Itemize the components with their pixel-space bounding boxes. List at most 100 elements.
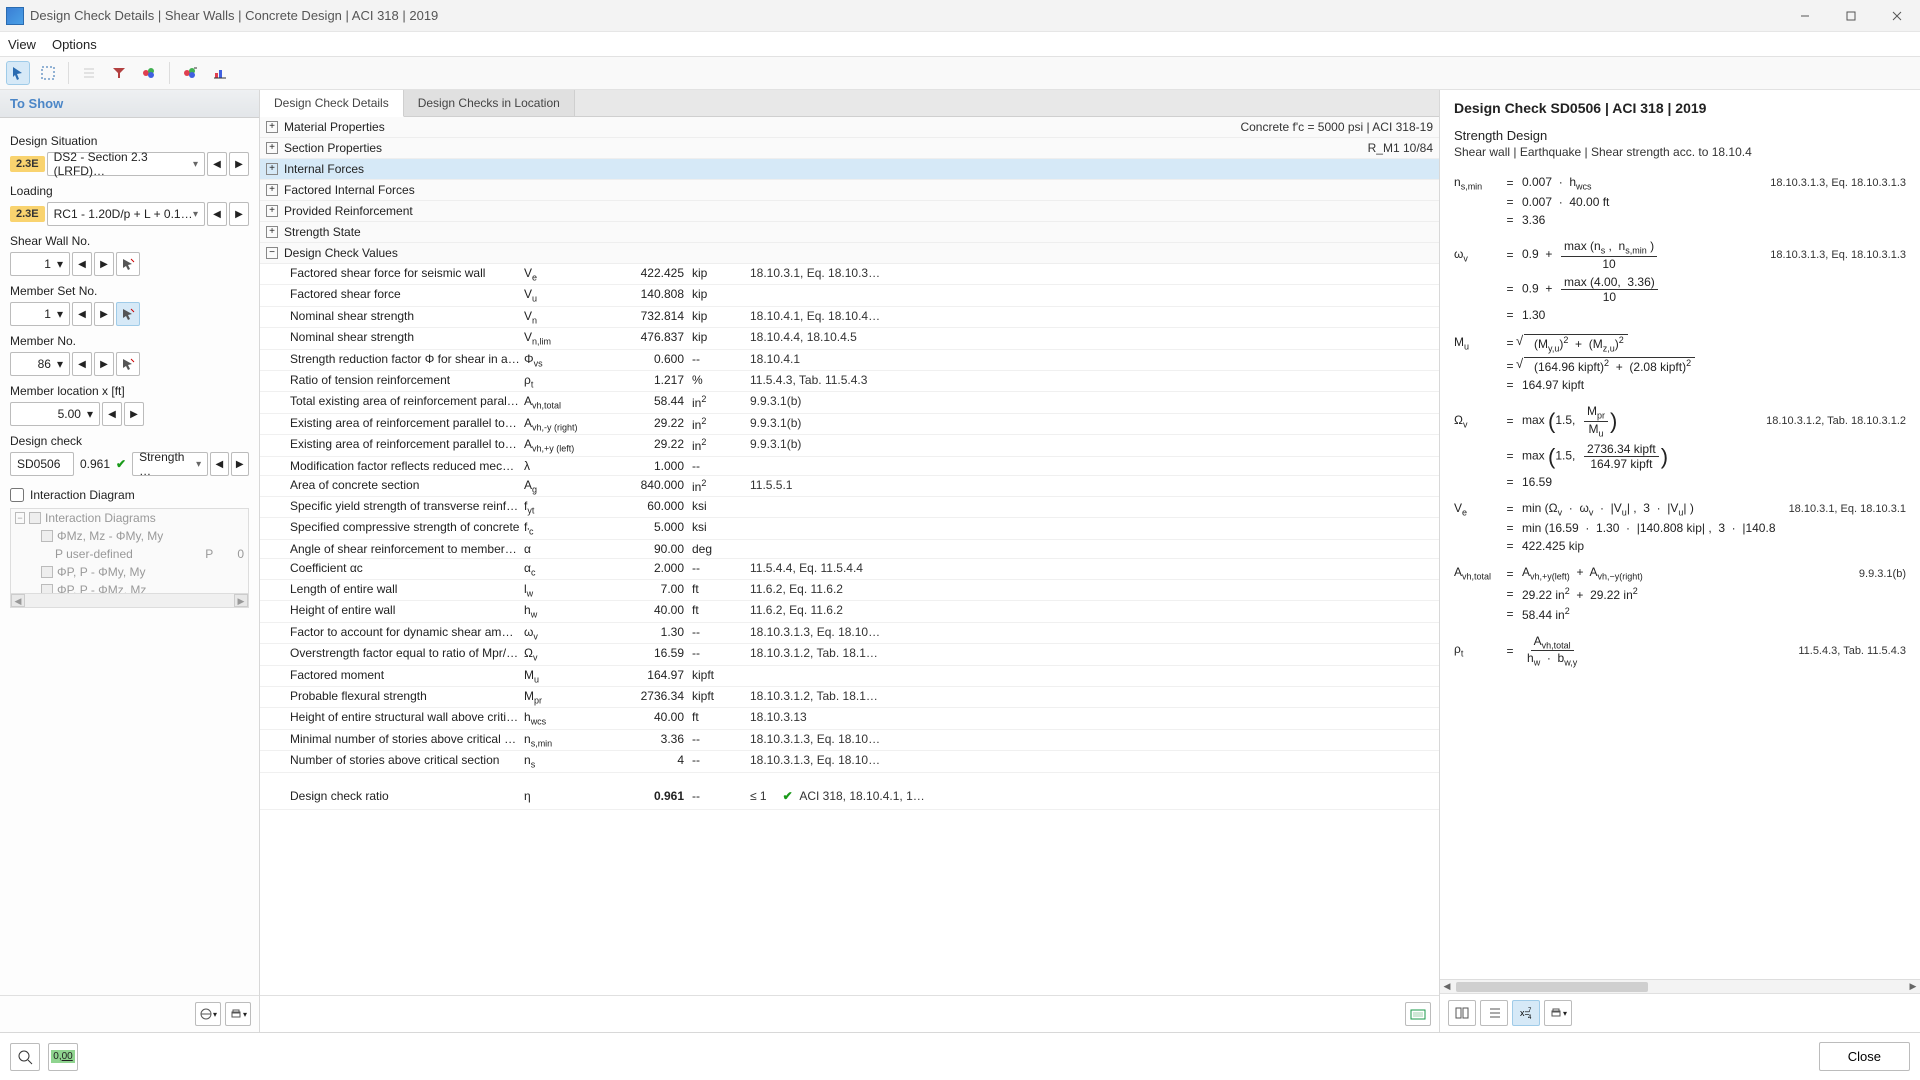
chevron-down-icon: ▾ <box>193 159 198 170</box>
loading-dropdown[interactable]: RC1 - 1.20D/p + L + 0.1…▾ <box>47 202 205 226</box>
tool-select-box[interactable] <box>36 61 60 85</box>
interaction-diagram-checkbox[interactable] <box>10 488 24 502</box>
expander-icon[interactable]: + <box>266 142 278 154</box>
row-ref: 18.10.4.4, 18.10.4.5 <box>740 330 1439 346</box>
row-unit: -- <box>690 789 740 803</box>
expander-icon[interactable]: + <box>266 184 278 196</box>
expander-icon[interactable]: + <box>266 163 278 175</box>
design-situation-next[interactable]: ▶ <box>229 152 249 176</box>
maximize-button[interactable] <box>1828 0 1874 32</box>
member-no-prev[interactable]: ◀ <box>72 352 92 376</box>
section-name: Material Properties <box>284 120 385 134</box>
row-name: Number of stories above critical section <box>260 753 520 769</box>
member-loc-next[interactable]: ▶ <box>124 402 144 426</box>
design-situation-dropdown[interactable]: DS2 - Section 2.3 (LRFD)…▾ <box>47 152 205 176</box>
row-value: 40.00 <box>590 710 690 726</box>
row-ref: ≤ 1✔ ACI 318, 18.10.4.1, 1… <box>740 789 1439 803</box>
row-name: Modification factor reflects reduced mec… <box>260 459 520 473</box>
row-name: Total existing area of reinforcement par… <box>260 394 520 410</box>
shear-wall-pick[interactable] <box>116 252 140 276</box>
status-number[interactable]: 0,00 <box>48 1043 78 1071</box>
tool-color2[interactable] <box>178 61 202 85</box>
section-row[interactable]: + Provided Reinforcement <box>260 201 1439 222</box>
member-no-dropdown[interactable]: 86▾ <box>10 352 70 376</box>
window-title: Design Check Details | Shear Walls | Con… <box>30 8 438 23</box>
close-window-button[interactable] <box>1874 0 1920 32</box>
expander-icon[interactable]: + <box>266 226 278 238</box>
shear-wall-next[interactable]: ▶ <box>94 252 114 276</box>
right-panel: Design Check SD0506 | ACI 318 | 2019 Str… <box>1440 90 1920 1032</box>
row-symbol: Mpr <box>520 689 590 705</box>
row-name: Existing area of reinforcement parallel … <box>260 416 520 432</box>
row-unit: -- <box>690 352 740 368</box>
section-row[interactable]: + Strength State <box>260 222 1439 243</box>
tab-details[interactable]: Design Check Details <box>260 90 404 117</box>
tool-color1[interactable] <box>137 61 161 85</box>
loading-prev[interactable]: ◀ <box>207 202 227 226</box>
member-set-pick[interactable] <box>116 302 140 326</box>
menu-view[interactable]: View <box>8 37 36 52</box>
row-ref: 18.10.3.1.3, Eq. 18.10… <box>740 753 1439 769</box>
design-check-prev[interactable]: ◀ <box>210 452 228 476</box>
member-no-next[interactable]: ▶ <box>94 352 114 376</box>
member-set-dropdown[interactable]: 1▾ <box>10 302 70 326</box>
rf-print[interactable]: ▾ <box>1544 1000 1572 1026</box>
row-symbol: ns,min <box>520 732 590 748</box>
member-set-prev[interactable]: ◀ <box>72 302 92 326</box>
design-situation-prev[interactable]: ◀ <box>207 152 227 176</box>
print-button[interactable]: ▾ <box>225 1002 251 1026</box>
close-button[interactable]: Close <box>1819 1042 1910 1071</box>
row-name: Nominal shear strength <box>260 309 520 325</box>
expander-icon[interactable]: + <box>266 121 278 133</box>
section-row[interactable]: − Design Check Values <box>260 243 1439 264</box>
row-ref <box>740 287 1439 303</box>
capture-button[interactable] <box>1405 1002 1431 1026</box>
tool-filter[interactable] <box>107 61 131 85</box>
check-ok-icon: ✔ <box>116 457 126 471</box>
tab-location[interactable]: Design Checks in Location <box>404 90 575 116</box>
row-ref: 18.10.3.1.2, Tab. 18.1… <box>740 689 1439 705</box>
data-row: Area of concrete section Ag 840.000 in2 … <box>260 476 1439 497</box>
row-unit: -- <box>690 625 740 641</box>
loading-next[interactable]: ▶ <box>229 202 249 226</box>
minimize-button[interactable] <box>1782 0 1828 32</box>
member-no-pick[interactable] <box>116 352 140 376</box>
row-name: Height of entire wall <box>260 603 520 619</box>
design-check-next[interactable]: ▶ <box>231 452 249 476</box>
row-unit: ksi <box>690 499 740 515</box>
rf-btn-3[interactable]: x=74 <box>1512 1000 1540 1026</box>
menu-options[interactable]: Options <box>52 37 97 52</box>
section-row[interactable]: + Material Properties Concrete f'c = 500… <box>260 117 1439 138</box>
statusbar: 0,00 Close <box>0 1032 1920 1080</box>
row-ref: 18.10.3.1.2, Tab. 18.1… <box>740 646 1439 662</box>
data-row: Height of entire structural wall above c… <box>260 708 1439 729</box>
section-row[interactable]: + Factored Internal Forces <box>260 180 1439 201</box>
tool-chart[interactable] <box>208 61 232 85</box>
row-symbol: λ <box>520 459 590 473</box>
section-row[interactable]: + Section Properties R_M1 10/84 <box>260 138 1439 159</box>
row-ref: 11.5.5.1 <box>740 478 1439 494</box>
rf-btn-1[interactable] <box>1448 1000 1476 1026</box>
shear-wall-dropdown[interactable]: 1▾ <box>10 252 70 276</box>
expander-icon[interactable]: − <box>266 247 278 259</box>
right-sub: Shear wall | Earthquake | Shear strength… <box>1454 145 1906 159</box>
shear-wall-prev[interactable]: ◀ <box>72 252 92 276</box>
tool-pointer[interactable] <box>6 61 30 85</box>
row-ref: 18.10.4.1 <box>740 352 1439 368</box>
rf-btn-2[interactable] <box>1480 1000 1508 1026</box>
member-loc-prev[interactable]: ◀ <box>102 402 122 426</box>
member-set-next[interactable]: ▶ <box>94 302 114 326</box>
globe-button[interactable]: ▾ <box>195 1002 221 1026</box>
expander-icon[interactable]: + <box>266 205 278 217</box>
design-check-id[interactable]: SD0506 <box>10 452 74 476</box>
center-panel: Design Check Details Design Checks in Lo… <box>260 90 1440 1032</box>
status-zoom[interactable] <box>10 1043 40 1071</box>
member-loc-dropdown[interactable]: 5.00▾ <box>10 402 100 426</box>
data-row: Factored moment Mu 164.97 kipft <box>260 666 1439 687</box>
row-value: 16.59 <box>590 646 690 662</box>
right-hscroll[interactable]: ◀▶ <box>1440 979 1920 993</box>
tool-list[interactable] <box>77 61 101 85</box>
toolbar <box>0 56 1920 90</box>
section-row[interactable]: + Internal Forces <box>260 159 1439 180</box>
design-check-type-dropdown[interactable]: Strength …▾ <box>132 452 208 476</box>
